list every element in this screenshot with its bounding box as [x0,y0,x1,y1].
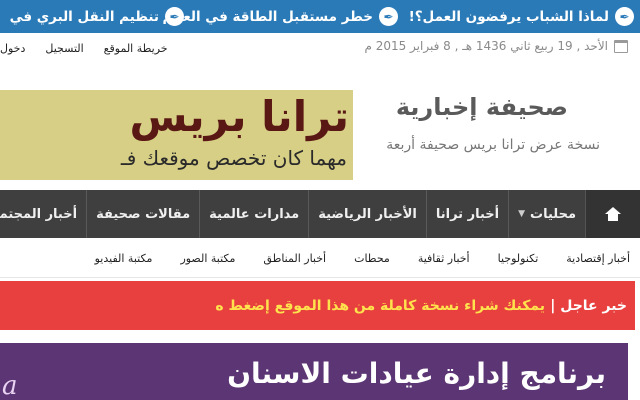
subnav-item-regions[interactable]: أخبار المناطق [263,252,326,265]
nav-item-sports[interactable]: الأخبار الرياضية [308,190,426,238]
ticker-item-text: تنظيم النقل البري في [9,8,159,25]
site-tagline: نسخة عرض ترانا بريس صحيفة أربعة [386,137,600,153]
site-logo-title[interactable]: صحيفة إخبارية [396,93,568,121]
ticker-item[interactable]: ✒ تنظيم النقل البري في [10,0,184,33]
subnav-item-economy[interactable]: أخبار إقتصادية [566,252,630,265]
ticker-item-text: خطر مستقبل الطاقة في العالم [162,8,373,25]
subnav-item-culture[interactable]: أخبار ثقافية [418,252,470,265]
date-text: الأحد , 19 ربيع ثاني 1436 هـ , 8 فبراير … [364,39,608,53]
ticker-item[interactable]: ✒ لماذا الشباب يرفضون العمل؟! [409,0,634,33]
sitemap-link[interactable]: خريطة الموقع [104,42,168,55]
nav-item-label: الأخبار الرياضية [318,206,417,222]
nav-item-world[interactable]: مدارات عالمية [199,190,308,238]
nav-item-label: مقالات صحيفة [96,206,191,222]
header-banner-ad[interactable]: ترانا بريس مهما كان تخصص موقعك فـ [0,90,353,180]
top-info-bar: الأحد , 19 ربيع ثاني 1436 هـ , 8 فبراير … [0,33,640,65]
pen-nib-icon: ✒ [379,7,398,26]
banner-subtitle: مهما كان تخصص موقعك فـ [120,146,347,170]
nav-item-tarana-news[interactable]: أخبار ترانا [425,190,508,238]
subnav-item-photos[interactable]: مكتبة الصور [180,252,235,265]
home-icon [605,206,621,221]
pen-nib-icon: ✒ [165,7,184,26]
site-header: صحيفة إخبارية نسخة عرض ترانا بريس صحيفة … [0,65,640,190]
sub-navigation: أخبار إقتصادية تكنولوجيا أخبار ثقافية مح… [0,238,640,278]
nav-home-button[interactable] [585,190,640,238]
nav-item-label: أخبار المجتمع [0,206,78,222]
ad-decoration: a [2,371,18,400]
subnav-item-technology[interactable]: تكنولوجيا [498,252,539,265]
subnav-item-stations[interactable]: محطات [354,252,390,265]
nav-item-label: أخبار ترانا [435,206,500,222]
breaking-news-label: خبر عاجل | [550,297,627,314]
dental-software-ad[interactable]: برنامج إدارة عيادات الاسنان a [0,343,628,400]
main-navigation: محليات ▼ أخبار ترانا الأخبار الرياضية مد… [0,190,640,238]
chevron-down-icon: ▼ [518,209,526,219]
ticker-item-text: لماذا الشباب يرفضون العمل؟! [408,8,609,25]
breaking-news-text[interactable]: يمكنك شراء نسخة كاملة من هذا الموقع إضغط… [215,281,545,330]
nav-item-articles[interactable]: مقالات صحيفة [86,190,199,238]
ticker-item[interactable]: ✒ خطر مستقبل الطاقة في العالم [163,0,398,33]
subnav-item-videos[interactable]: مكتبة الفيديو [95,252,153,265]
news-ticker: ✒ لماذا الشباب يرفضون العمل؟! ✒ خطر مستق… [0,0,640,33]
breaking-news-bar: خبر عاجل | يمكنك شراء نسخة كاملة من هذا … [0,281,635,330]
nav-item-label: مدارات عالمية [209,206,300,222]
nav-item-local[interactable]: محليات ▼ [508,190,585,238]
calendar-icon [614,39,628,53]
login-link[interactable]: دخول [0,42,25,55]
register-link[interactable]: التسجيل [45,42,83,55]
nav-item-label: محليات [530,206,576,222]
banner-title: ترانا بريس [129,92,350,141]
nav-item-society[interactable]: أخبار المجتمع [0,190,86,238]
ad-title: برنامج إدارة عيادات الاسنان [227,357,606,390]
account-links: خريطة الموقع التسجيل دخول [0,42,168,55]
date-display: الأحد , 19 ربيع ثاني 1436 هـ , 8 فبراير … [364,39,628,53]
pen-nib-icon: ✒ [615,7,634,26]
